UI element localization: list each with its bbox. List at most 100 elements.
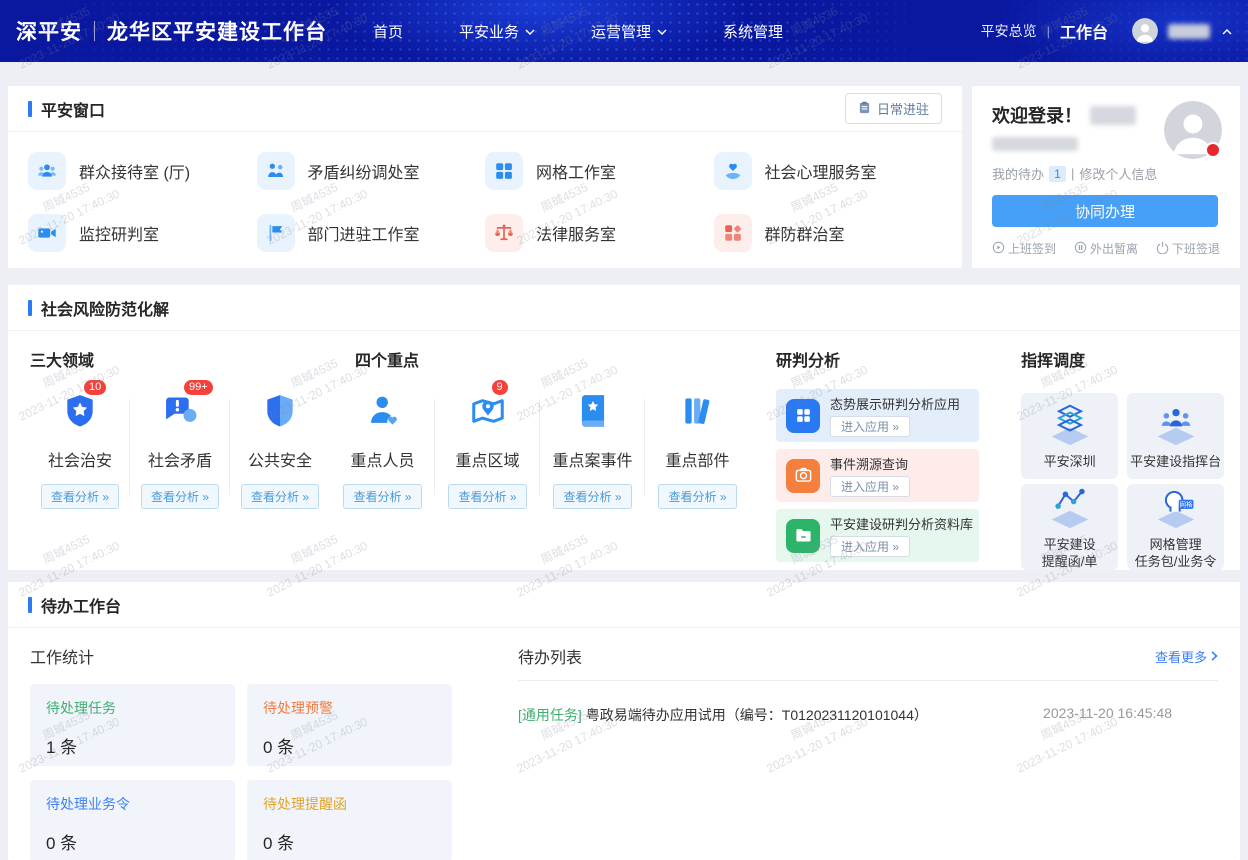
books-icon (679, 392, 717, 435)
todo-list-header: 待办列表 (518, 644, 582, 668)
pingan-window-section: 平安窗口 日常进驻 群众接待室 (厅) 矛盾纠纷调处室 网格工作室 (8, 86, 962, 268)
view-analysis-button[interactable]: 查看分析 » (241, 484, 319, 509)
heart-hand-icon (714, 152, 752, 190)
room-public-reception[interactable]: 群众接待室 (厅) (28, 144, 257, 198)
enter-app-button[interactable]: 进入应用 » (830, 416, 910, 437)
mediation-icon (257, 152, 295, 190)
dispatch-tile-command-platform[interactable]: 平安建设指挥台 (1127, 393, 1224, 479)
analysis-header: 研判分析 (776, 347, 979, 371)
room-psych-service[interactable]: 社会心理服务室 (714, 144, 943, 198)
grid-icon (485, 152, 523, 190)
todo-count-badge[interactable]: 1 (1049, 166, 1066, 182)
dispatch-header: 指挥调度 (1021, 347, 1240, 371)
menu-item-system[interactable]: 系统管理 (723, 21, 783, 42)
room-dispute-mediation[interactable]: 矛盾纠纷调处室 (257, 144, 486, 198)
view-analysis-button[interactable]: 查看分析 » (343, 484, 421, 509)
section-accent-bar (28, 597, 32, 613)
work-stats-header: 工作统计 (30, 644, 488, 668)
menu-item-pingan-business[interactable]: 平安业务 (459, 21, 535, 42)
stat-pending-tasks[interactable]: 待处理任务 1 条 (30, 684, 235, 766)
enter-app-button[interactable]: 进入应用 » (830, 476, 910, 497)
speech-alert-icon (161, 392, 199, 435)
temp-leave-button[interactable]: 外出暂离 (1074, 240, 1138, 257)
menu-item-home[interactable]: 首页 (373, 21, 403, 42)
stat-pending-reminders[interactable]: 待处理提醒函 0 条 (247, 780, 452, 860)
trace-camera-icon (786, 459, 820, 493)
navbar-right: 平安总览 | 工作台 (981, 18, 1232, 44)
user-org-blurred (992, 137, 1078, 151)
focus-item-key-cases: 重点案事件 查看分析 » (540, 393, 645, 509)
map-pin-icon (469, 392, 507, 435)
section-title-todo: 待办工作台 (41, 593, 121, 617)
domain-item-public-safety: 公共安全 查看分析 » (230, 393, 330, 509)
section-accent-bar (28, 300, 32, 316)
count-badge: 99+ (184, 380, 213, 395)
pingan-overview-link[interactable]: 平安总览 (981, 21, 1037, 41)
analysis-app-trace[interactable]: 事件溯源查询 进入应用 » (776, 449, 979, 502)
top-navbar: 深平安 龙华区平安建设工作台 首页 平安业务 运营管理 系统管理 平安总览 | … (0, 0, 1248, 62)
collaborate-button[interactable]: 协同办理 (992, 195, 1218, 227)
rooms-grid: 群众接待室 (厅) 矛盾纠纷调处室 网格工作室 社会心理服务室 监控研判室 (8, 132, 962, 260)
dispatch-tile-pingan-shenzhen[interactable]: 平安深圳 (1021, 393, 1118, 479)
todo-divider: | (1071, 166, 1074, 181)
room-monitoring[interactable]: 监控研判室 (28, 206, 257, 260)
video-camera-icon (28, 214, 66, 252)
daily-checkin-button[interactable]: 日常进驻 (845, 93, 942, 124)
svg-text:网格: 网格 (1179, 500, 1192, 509)
stat-pending-alerts[interactable]: 待处理预警 0 条 (247, 684, 452, 766)
flag-icon (257, 214, 295, 252)
clock-out-icon (1156, 241, 1169, 257)
person-heart-icon (364, 392, 402, 435)
logo-divider (94, 21, 95, 41)
view-analysis-button[interactable]: 查看分析 » (553, 484, 631, 509)
task-title: 粤政易端待办应用试用（编号：T0120231120101044） (586, 707, 928, 723)
workbench-link[interactable]: 工作台 (1060, 19, 1108, 43)
profile-avatar[interactable] (1164, 101, 1222, 159)
focus-header: 四个重点 (355, 347, 750, 371)
grid4-icon (786, 399, 820, 433)
task-timestamp: 2023-11-20 16:45:48 (1043, 705, 1218, 721)
room-mass-prevention[interactable]: 群防群治室 (714, 206, 943, 260)
clock-in-icon (992, 241, 1005, 257)
enter-app-button[interactable]: 进入应用 » (830, 536, 910, 557)
analysis-app-situation[interactable]: 态势展示研判分析应用 进入应用 » (776, 389, 979, 442)
todo-list-item[interactable]: [通用任务]粤政易端待办应用试用（编号：T0120231120101044） 2… (518, 681, 1218, 749)
domain-item-public-security: 10 社会治安 查看分析 » (30, 393, 130, 509)
stat-pending-orders[interactable]: 待处理业务令 0 条 (30, 780, 235, 860)
view-analysis-button[interactable]: 查看分析 » (658, 484, 736, 509)
clock-in-button[interactable]: 上班签到 (992, 240, 1056, 257)
analysis-app-library[interactable]: 平安建设研判分析资料库 进入应用 » (776, 509, 979, 562)
focus-item-key-people: 重点人员 查看分析 » (330, 393, 435, 509)
clock-out-button[interactable]: 下班签退 (1156, 240, 1220, 257)
room-grid-studio[interactable]: 网格工作室 (485, 144, 714, 198)
app-logo: 深平安 龙华区平安建设工作台 (16, 16, 327, 46)
network-icon (1044, 486, 1096, 535)
room-legal-service[interactable]: 法律服务室 (485, 206, 714, 260)
view-analysis-button[interactable]: 查看分析 » (41, 484, 119, 509)
grid-head-icon: 网格 (1150, 486, 1202, 535)
menu-item-operations[interactable]: 运营管理 (591, 21, 667, 42)
my-todo-link[interactable]: 我的待办 (992, 164, 1044, 183)
focus-item-key-parts: 重点部件 查看分析 » (645, 393, 750, 509)
user-avatar[interactable] (1132, 18, 1158, 44)
notification-dot (1205, 142, 1221, 158)
edit-profile-link[interactable]: 修改个人信息 (1079, 164, 1157, 183)
view-analysis-button[interactable]: 查看分析 » (448, 484, 526, 509)
book-star-icon (574, 392, 612, 435)
view-more-link[interactable]: 查看更多 (1155, 647, 1218, 666)
todo-workbench-section: 待办工作台 工作统计 待处理任务 1 条 待处理预警 0 条 待处理业务令 0 (8, 582, 1240, 860)
count-badge: 9 (492, 380, 508, 395)
dispatch-tile-reminder-letters[interactable]: 平安建设提醒函/单 (1021, 484, 1118, 570)
task-type-tag: [通用任务] (518, 707, 582, 723)
user-name-blurred (1168, 24, 1210, 39)
view-analysis-button[interactable]: 查看分析 » (141, 484, 219, 509)
risk-prevention-section: 社会风险防范化解 三大领域 10 社会治安 查看分析 » (8, 285, 1240, 570)
main-menu: 首页 平安业务 运营管理 系统管理 (373, 21, 783, 42)
welcome-greeting: 欢迎登录！ (992, 102, 1082, 128)
welcome-panel: 欢迎登录！ 我的待办 1 | 修改个人信息 协同办理 上班签到 外出暂离 (972, 86, 1240, 268)
layers-icon (1044, 403, 1096, 452)
dispatch-tile-grid-tasks[interactable]: 网格 网格管理任务包/业务令 (1127, 484, 1224, 570)
room-dept-station[interactable]: 部门进驻工作室 (257, 206, 486, 260)
command-people-icon (1150, 403, 1202, 452)
chevron-up-icon[interactable] (1222, 28, 1232, 35)
